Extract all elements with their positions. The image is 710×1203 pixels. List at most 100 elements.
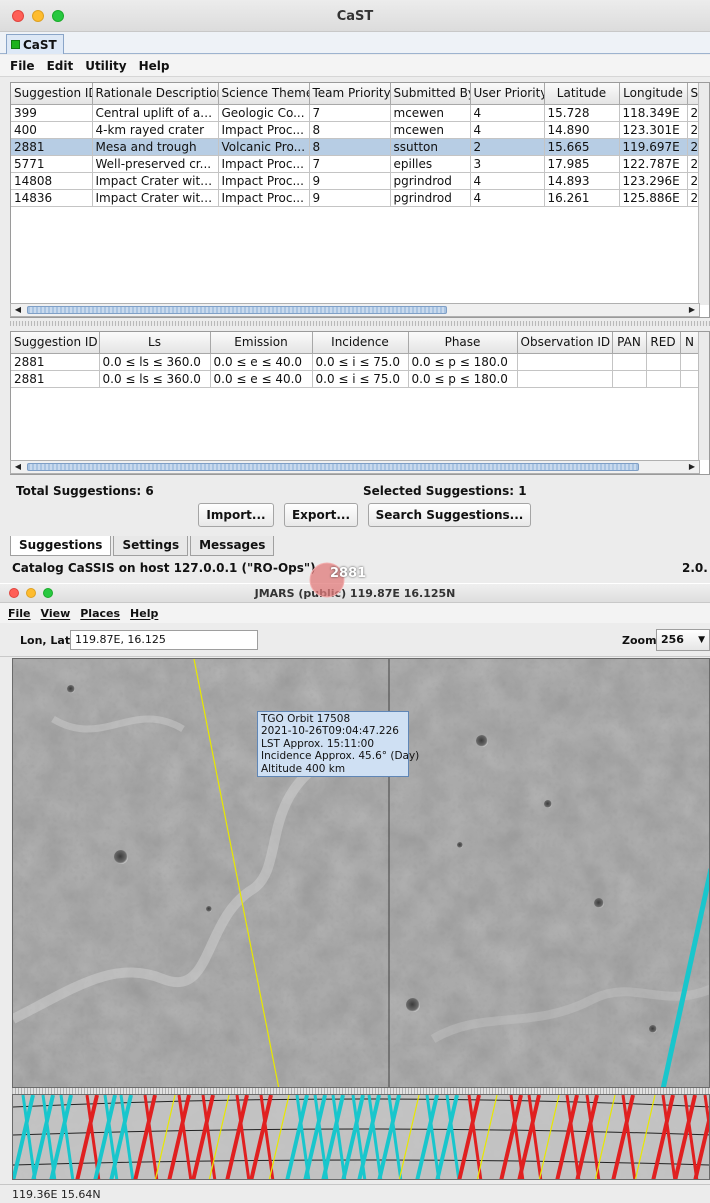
suggestions-table[interactable]: Suggestion ID Rationale Description Scie…: [10, 82, 710, 318]
tab-settings[interactable]: Settings: [113, 536, 189, 556]
column-header[interactable]: N: [680, 332, 700, 354]
menu-help[interactable]: Help: [130, 607, 158, 620]
empty-cell: [390, 257, 470, 274]
lonlat-input[interactable]: 119.87E, 16.125: [70, 630, 258, 650]
menu-edit[interactable]: Edit: [47, 59, 74, 73]
table-row[interactable]: 14808 Impact Crater with ... Impact Proc..…: [11, 172, 700, 190]
empty-row: [11, 257, 699, 274]
jmars-toolbar: Lon, Lat: 119.87E, 16.125 Zoom: 256 ▼: [0, 623, 710, 657]
empty-row: [11, 274, 699, 291]
empty-cell: [92, 257, 218, 274]
column-header[interactable]: Emission: [210, 332, 313, 354]
table-cell: Geologic Co...: [218, 104, 310, 122]
table-row[interactable]: 399 Central uplift of an... Geologic Co...…: [11, 104, 700, 122]
target-label: 2881: [330, 566, 367, 581]
menu-file[interactable]: File: [10, 59, 35, 73]
selected-suggestions: Selected Suggestions: 1: [363, 484, 527, 498]
empty-cell: [309, 274, 390, 291]
menu-view[interactable]: View: [41, 607, 71, 620]
column-header[interactable]: Submitted By: [390, 83, 471, 105]
panner-view[interactable]: [12, 1094, 710, 1180]
observations-vertical-scrollbar[interactable]: [698, 332, 709, 460]
table-cell: 0.0 ≤ i ≤ 75.0: [312, 353, 409, 371]
observation-requirements-table[interactable]: Suggestion ID Ls Emission Incidence Phas…: [10, 331, 710, 475]
suggestions-vertical-scrollbar[interactable]: [698, 83, 709, 305]
column-header[interactable]: RED: [646, 332, 681, 354]
import-button[interactable]: Import...: [198, 503, 274, 527]
menu-places[interactable]: Places: [80, 607, 120, 620]
table-row[interactable]: 2881 Mesa and trough Volcanic Pro... 8 ssutt…: [11, 138, 700, 156]
table-cell: 7: [309, 155, 391, 173]
bottom-tabs: Suggestions Settings Messages: [10, 536, 710, 556]
observations-horizontal-scrollbar[interactable]: ◀ ▶: [10, 460, 700, 474]
empty-cell: [92, 206, 218, 223]
search-suggestions-button[interactable]: Search Suggestions...: [368, 503, 531, 527]
empty-row: [11, 223, 699, 240]
column-header[interactable]: Incidence: [312, 332, 409, 354]
column-header[interactable]: Suggestion ID: [11, 83, 93, 105]
table-cell: 15.665: [544, 138, 620, 156]
table-cell: [680, 370, 700, 388]
tab-messages[interactable]: Messages: [190, 536, 275, 556]
empty-cell: [390, 274, 470, 291]
table-cell: Impact Crater with ...: [92, 189, 219, 207]
column-header[interactable]: Ls: [99, 332, 211, 354]
table-row[interactable]: 400 4-km rayed crater Impact Proc... 8 mcewe…: [11, 121, 700, 139]
menu-file[interactable]: File: [8, 607, 31, 620]
empty-cell: [218, 206, 309, 223]
table-row[interactable]: 2881 0.0 ≤ ls ≤ 360.0 0.0 ≤ e ≤ 40.0 0.0 ≤ …: [11, 353, 700, 371]
jmars-window-title: JMARS (public) 119.87E 16.125N: [254, 587, 456, 600]
empty-cell: [92, 240, 218, 257]
table-cell: 2881: [11, 353, 100, 371]
scroll-left-arrow-icon[interactable]: ◀: [11, 461, 25, 473]
suggestions-horizontal-scrollbar[interactable]: ◀ ▶: [10, 303, 700, 317]
table-cell: 123.296E: [619, 172, 688, 190]
scrollbar-thumb[interactable]: [27, 463, 639, 471]
scrollbar-thumb[interactable]: [27, 306, 447, 314]
table-cell: Volcanic Pro...: [218, 138, 310, 156]
table-cell: [646, 370, 681, 388]
split-pane-divider[interactable]: [10, 321, 710, 326]
tab-cast[interactable]: CaST: [6, 34, 64, 54]
empty-cell: [544, 206, 619, 223]
column-header[interactable]: Science Theme: [218, 83, 310, 105]
menu-utility[interactable]: Utility: [85, 59, 126, 73]
export-button[interactable]: Export...: [284, 503, 358, 527]
empty-cell: [470, 257, 544, 274]
column-header[interactable]: Suggestion ID: [11, 332, 100, 354]
table-cell: 0.0 ≤ p ≤ 180.0: [408, 370, 518, 388]
empty-cell: [218, 257, 309, 274]
column-header[interactable]: Longitude: [619, 83, 688, 105]
column-header[interactable]: Latitude: [544, 83, 620, 105]
scroll-right-arrow-icon[interactable]: ▶: [685, 304, 699, 316]
column-header[interactable]: Observation ID: [517, 332, 613, 354]
table-cell: [680, 353, 700, 371]
column-header[interactable]: Phase: [408, 332, 518, 354]
scroll-right-arrow-icon[interactable]: ▶: [685, 461, 699, 473]
table-cell: Impact Crater with ...: [92, 172, 219, 190]
column-header[interactable]: User Priority: [470, 83, 545, 105]
empty-cell: [619, 274, 687, 291]
zoom-select[interactable]: 256 ▼: [656, 629, 710, 651]
empty-cell: [390, 240, 470, 257]
column-header[interactable]: Rationale Description: [92, 83, 219, 105]
menu-help[interactable]: Help: [139, 59, 170, 73]
table-cell: [517, 353, 613, 371]
table-cell: 4: [470, 189, 545, 207]
empty-cell: [544, 240, 619, 257]
empty-cell: [309, 257, 390, 274]
table-cell: 4: [470, 104, 545, 122]
table-cell: 125.886E: [619, 189, 688, 207]
table-cell: Impact Proc...: [218, 121, 310, 139]
column-header[interactable]: PAN: [612, 332, 647, 354]
table-row[interactable]: 14836 Impact Crater with ... Impact Proc..…: [11, 189, 700, 207]
table-cell: 5771: [11, 155, 93, 173]
table-row[interactable]: 2881 0.0 ≤ ls ≤ 360.0 0.0 ≤ e ≤ 40.0 0.0 ≤ …: [11, 370, 700, 388]
table-cell: pgrindrod: [390, 172, 471, 190]
table-row[interactable]: 5771 Well-preserved cr... Impact Proc... 7 e…: [11, 155, 700, 173]
column-header[interactable]: Team Priority: [309, 83, 391, 105]
table-cell: 8: [309, 138, 391, 156]
scroll-left-arrow-icon[interactable]: ◀: [11, 304, 25, 316]
tab-suggestions[interactable]: Suggestions: [10, 536, 112, 556]
table-cell: 0.0 ≤ ls ≤ 360.0: [99, 370, 211, 388]
